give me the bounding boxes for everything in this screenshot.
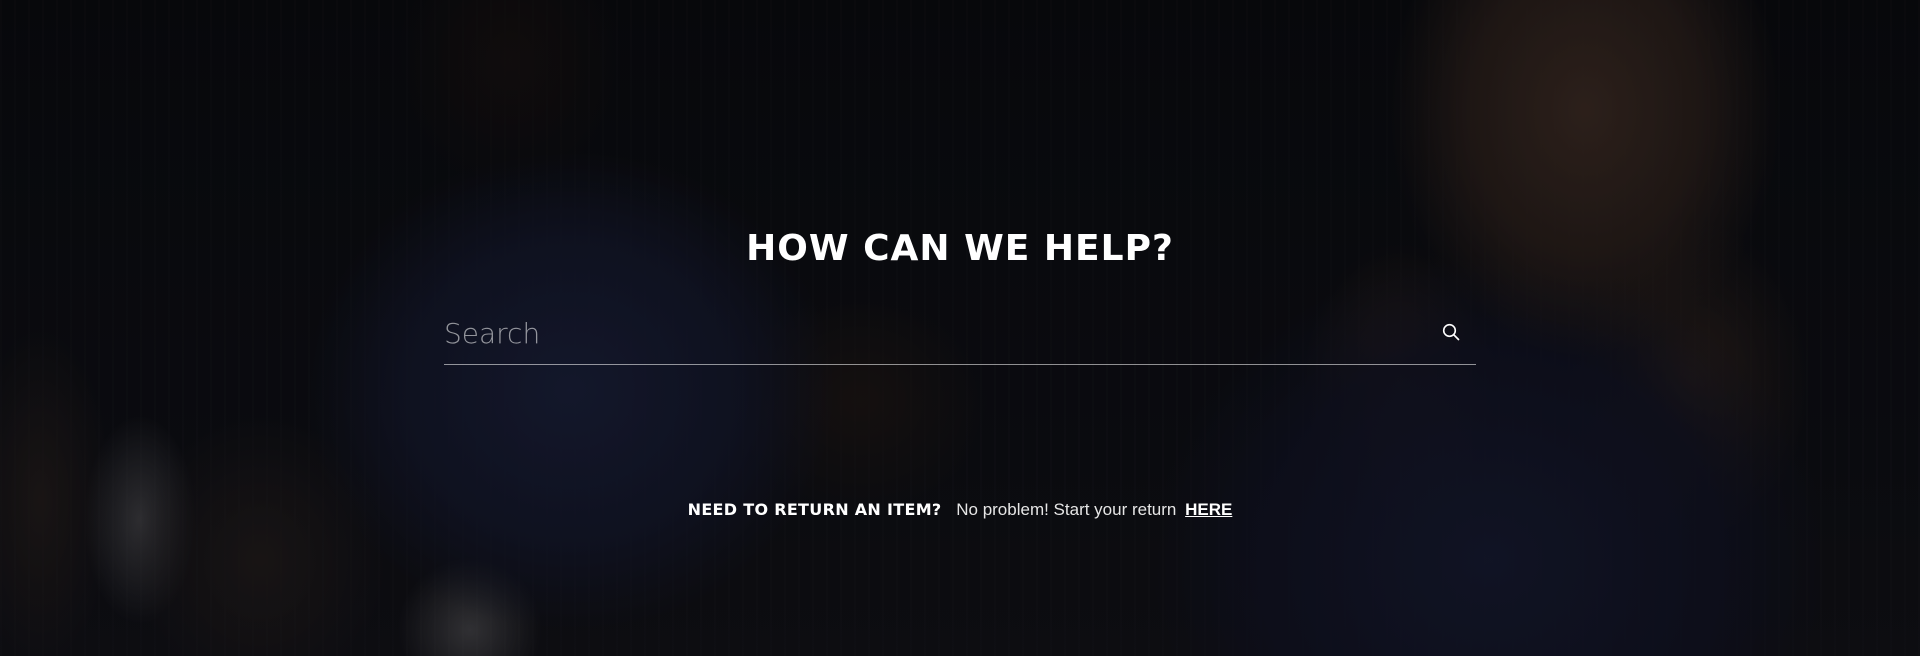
- search-button[interactable]: [1436, 318, 1466, 348]
- search-input[interactable]: [444, 306, 1404, 360]
- search-icon: [1442, 323, 1460, 344]
- return-prompt: NEED TO RETURN AN ITEM? No problem! Star…: [0, 497, 1920, 523]
- hero-content: HOW CAN WE HELP? NEED TO RETURN AN ITEM?…: [0, 0, 1920, 656]
- return-heading: NEED TO RETURN AN ITEM?: [687, 500, 942, 519]
- start-return-link[interactable]: HERE: [1185, 500, 1232, 519]
- search-bar: [444, 304, 1476, 365]
- page-title: HOW CAN WE HELP?: [746, 228, 1174, 269]
- return-text: No problem! Start your return: [956, 500, 1177, 519]
- help-hero: HOW CAN WE HELP? NEED TO RETURN AN ITEM?…: [0, 0, 1920, 656]
